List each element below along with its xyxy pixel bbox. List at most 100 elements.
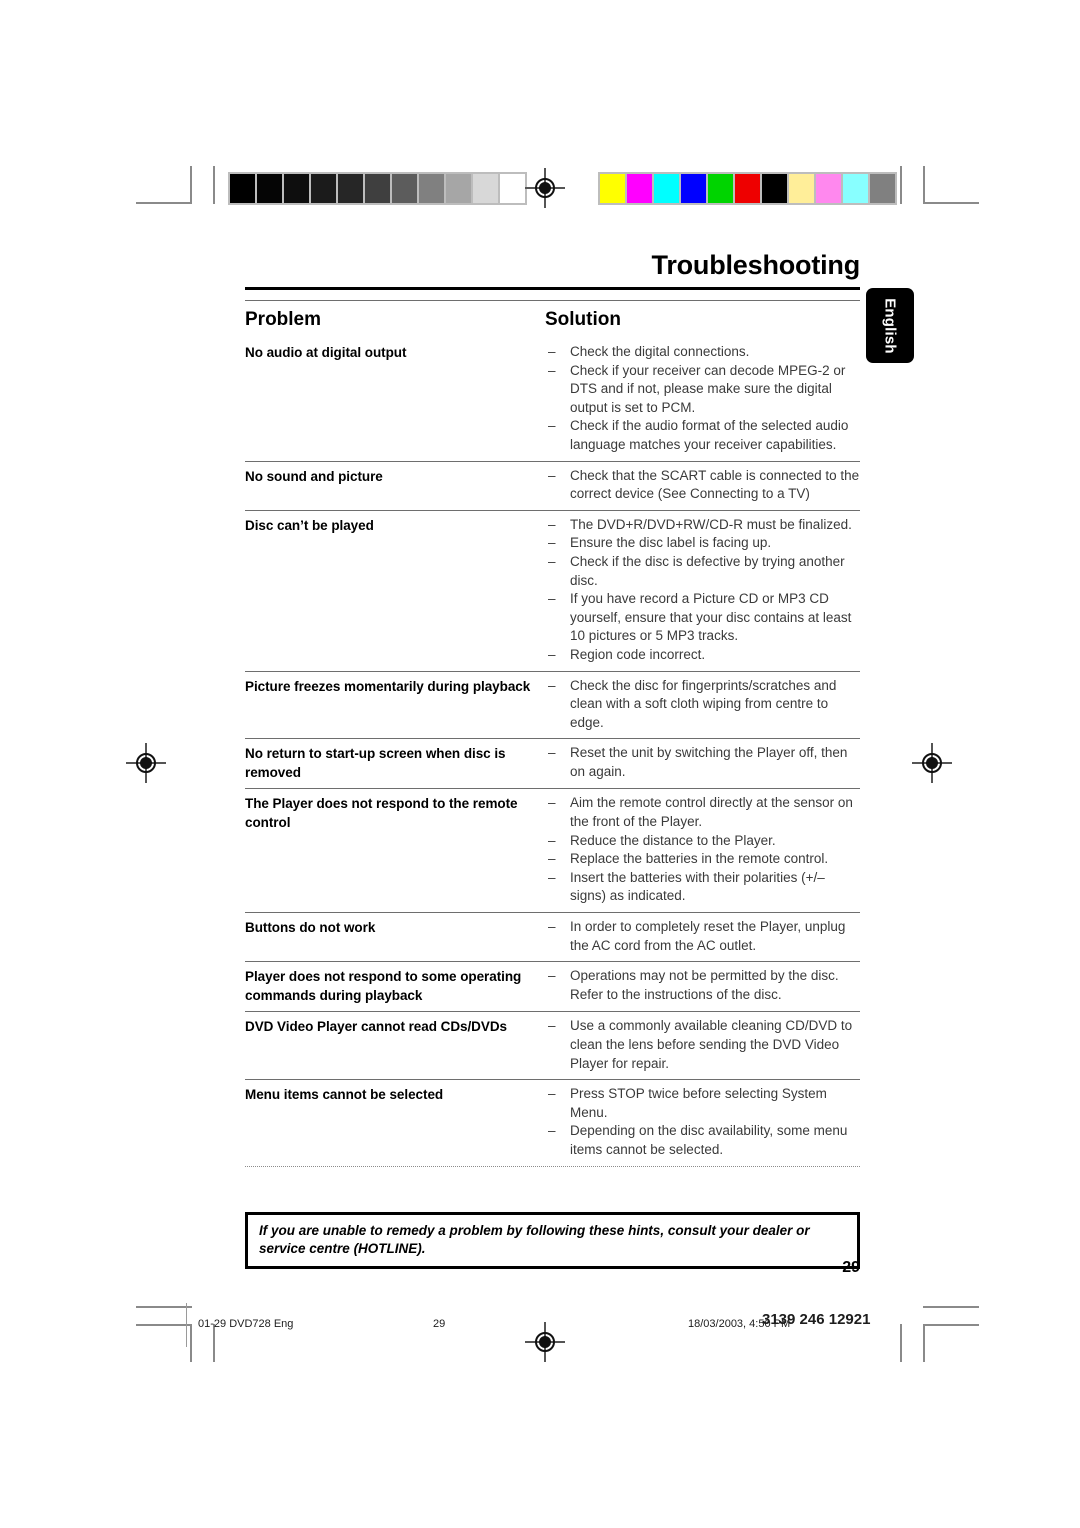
solution-item: – Check the disc for fingerprints/scratch… (545, 677, 860, 733)
calibration-swatch (338, 174, 363, 203)
calibration-swatch (446, 174, 471, 203)
table-row: Menu items cannot be selected – Press STOP… (245, 1080, 860, 1165)
solution-item: – Check if the audio format of the select… (545, 417, 860, 454)
list-dash-marker: – (548, 869, 556, 885)
registration-mark-right (912, 743, 952, 783)
problem-cell: No audio at digital output (245, 345, 407, 360)
problem-cell: Disc can’t be played (245, 517, 374, 533)
calibration-swatch (627, 174, 652, 203)
crop-tick-bottom-right-horizontal (923, 1306, 979, 1308)
list-dash-marker: – (548, 591, 556, 607)
calibration-swatch (708, 174, 733, 203)
registration-mark-bottom-centre (525, 1322, 565, 1362)
list-dash-marker: – (548, 553, 556, 569)
problem-cell: Menu items cannot be selected (245, 1087, 444, 1103)
grayscale-calibration-strip (228, 172, 527, 205)
calibration-swatch (735, 174, 760, 203)
crop-mark-top-right-horizontal (923, 202, 979, 204)
solution-item: – If you have record a Picture CD or MP3 … (545, 590, 860, 646)
problem-cell: Picture freezes momentarily during playb… (245, 678, 531, 694)
solution-item: – Ensure the disc label is facing up. (545, 534, 860, 553)
table-row: No return to start-up screen when disc i… (245, 739, 860, 788)
crop-tick-bottom-right (900, 1324, 902, 1362)
column-header-problem: Problem (245, 309, 322, 330)
solution-item: – Reduce the distance to the Player. (545, 832, 860, 851)
crop-mark-bottom-left-vertical (190, 1324, 192, 1362)
calibration-swatch (365, 174, 390, 203)
table-row: Player does not respond to some operatin… (245, 962, 860, 1011)
list-dash-marker: – (548, 745, 556, 761)
solution-item-text: Insert the batteries with their polariti… (570, 869, 825, 904)
solution-item: – Depending on the disc availability, som… (545, 1122, 860, 1159)
solution-item: – Region code incorrect. (545, 646, 860, 665)
crop-tick-top-right (900, 166, 902, 204)
calibration-swatch (257, 174, 282, 203)
solution-item: – Check that the SCART cable is connected… (545, 467, 860, 504)
list-dash-marker: – (548, 362, 556, 378)
solution-item: – Reset the unit by switching the Player … (545, 744, 860, 781)
crop-mark-bottom-right-horizontal (923, 1324, 979, 1326)
solution-item-text: In order to completely reset the Player,… (570, 919, 846, 953)
solution-item: – Check if the disc is defective by tryin… (545, 553, 860, 590)
solution-cell: – Aim the remote control directly at the … (545, 794, 860, 906)
solution-item-text: The DVD+R/DVD+RW/CD-R must be finalized. (570, 516, 852, 532)
crop-mark-top-right-vertical (923, 166, 925, 204)
list-dash-marker: – (548, 1123, 556, 1139)
solution-item-text: Replace the batteries in the remote cont… (570, 851, 829, 867)
calibration-swatch (762, 174, 787, 203)
imposition-page-number: 29 (433, 1318, 446, 1330)
solution-item-text: Check if your receiver can decode MPEG-2… (570, 362, 846, 415)
solution-item-text: Press STOP twice before selecting System… (570, 1086, 827, 1120)
calibration-swatch (789, 174, 814, 203)
list-dash-marker: – (548, 646, 556, 662)
solution-cell: – In order to completely reset the Player… (545, 918, 860, 955)
language-tab-label: English (881, 297, 899, 354)
solution-cell: – Check the disc for fingerprints/scratch… (545, 677, 860, 733)
solution-item-text: Check if the disc is defective by trying… (570, 553, 845, 588)
solution-item-text: Reduce the distance to the Player. (570, 832, 776, 848)
calibration-swatch (870, 174, 895, 203)
registration-mark-top-centre (525, 168, 565, 208)
solution-item-text: Check the disc for fingerprints/scratche… (570, 677, 837, 730)
solution-cell: – Reset the unit by switching the Player … (545, 744, 860, 782)
footer-divider (186, 1303, 187, 1347)
solution-item: – The DVD+R/DVD+RW/CD-R must be finalized… (545, 516, 860, 535)
calibration-swatch (473, 174, 498, 203)
list-dash-marker: – (548, 677, 556, 693)
solution-item: – Aim the remote control directly at the … (545, 794, 860, 831)
solution-cell: – Operations may not be permitted by the … (545, 967, 860, 1005)
problem-cell: No return to start-up screen when disc i… (245, 746, 506, 780)
list-dash-marker: – (548, 919, 556, 935)
solution-item-text: Region code incorrect. (570, 646, 706, 662)
list-dash-marker: – (548, 535, 556, 551)
calibration-swatch (681, 174, 706, 203)
column-header-solution: Solution (545, 309, 621, 330)
title-rule (245, 287, 860, 290)
solution-item-text: Check the digital connections. (570, 344, 750, 359)
solution-item: – Replace the batteries in the remote con… (545, 850, 860, 869)
solution-item: – Press STOP twice before selecting Syste… (545, 1085, 860, 1122)
troubleshooting-table: Problem Solution No audio at digital out… (245, 300, 860, 1167)
solution-item-text: Ensure the disc label is facing up. (570, 535, 772, 551)
language-tab: English (866, 288, 914, 363)
list-dash-marker: – (548, 795, 556, 811)
crop-mark-top-left-vertical (190, 166, 192, 204)
table-row: No sound and picture – Check that the SCAR… (245, 462, 860, 510)
calibration-swatch (419, 174, 444, 203)
list-dash-marker: – (548, 851, 556, 867)
crop-tick-top-left (213, 166, 215, 204)
list-dash-marker: – (548, 832, 556, 848)
calibration-swatch (284, 174, 309, 203)
solution-cell: – Press STOP twice before selecting Syste… (545, 1085, 860, 1159)
solution-item: – In order to completely reset the Player… (545, 918, 860, 955)
table-row: The Player does not respond to the remot… (245, 789, 860, 912)
colour-calibration-strip (598, 172, 897, 205)
table-row: Disc can’t be played – The DVD+R/DVD+RW/CD… (245, 511, 860, 671)
problem-cell: DVD Video Player cannot read CDs/DVDs (245, 1019, 507, 1035)
solution-item: – Use a commonly available cleaning CD/DV… (545, 1017, 860, 1073)
hotline-note-text: If you are unable to remedy a problem by… (259, 1223, 810, 1256)
table-row: Picture freezes momentarily during playb… (245, 672, 860, 739)
crop-tick-bottom-left-horizontal (136, 1306, 192, 1308)
table-row: No audio at digital output – Check the dig… (245, 338, 860, 461)
crop-mark-bottom-left-horizontal (136, 1324, 192, 1326)
